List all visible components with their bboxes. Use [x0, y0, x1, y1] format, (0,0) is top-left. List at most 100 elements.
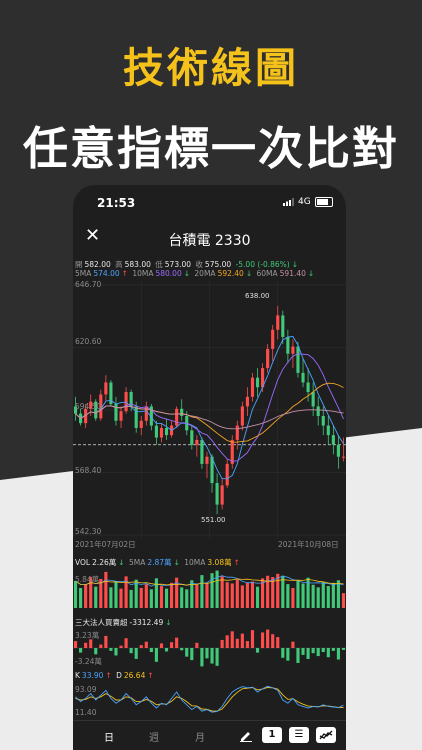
y-tick-price-3: 568.40	[75, 466, 102, 475]
institutional-bar	[271, 634, 275, 648]
high-label: 高	[115, 260, 123, 269]
institutional-bar	[266, 629, 270, 648]
institutional-bar	[73, 641, 78, 648]
y-tick-price-1: 620.60	[75, 337, 102, 346]
vol-ma10-value: 3.08萬	[207, 558, 232, 567]
volume-bar	[281, 575, 285, 608]
institutional-bar	[124, 638, 128, 648]
inst-label: 三大法人買賣超	[75, 618, 128, 627]
volume-bar	[159, 586, 164, 608]
min-price-label: 551.00	[201, 516, 226, 524]
volume-bar	[286, 584, 290, 608]
institutional-bar	[94, 648, 98, 655]
close-label: 收	[195, 260, 203, 269]
institutional-bar	[164, 648, 169, 652]
pencil-icon[interactable]	[239, 728, 253, 742]
candle-body	[316, 406, 320, 416]
volume-bar	[195, 584, 199, 608]
institutional-bar	[185, 648, 189, 657]
volume-bar	[139, 588, 143, 608]
institutional-bar	[291, 641, 295, 648]
kd-header: K 33.90 ↑ D 26.64 ↑	[75, 671, 156, 680]
start-date: 2021年07月02日	[75, 540, 136, 549]
candle-body	[291, 346, 295, 354]
ma-row: 5MA 574.00 ↑ 10MA 580.00 ↓ 20MA 592.40 ↓ 60MA 5…	[75, 269, 316, 278]
vol-ma10-label: 10MA	[184, 558, 206, 567]
volume-bar	[210, 573, 214, 608]
volume-bar	[220, 576, 224, 608]
ma5-label: 5MA	[75, 269, 92, 278]
kd-chart[interactable]	[73, 682, 346, 718]
volume-bar	[144, 584, 148, 608]
institutional-bar	[301, 648, 305, 655]
institutional-bar	[99, 644, 103, 648]
institutional-bar	[286, 648, 290, 661]
candle-body	[104, 382, 108, 395]
volume-bar	[205, 583, 209, 608]
candle-body	[255, 377, 260, 388]
tab-week[interactable]: 週	[149, 729, 159, 744]
k-arrow: ↑	[105, 671, 112, 680]
volume-bar	[129, 589, 133, 608]
ma10-arrow: ↓	[183, 269, 191, 278]
institutional-bar	[109, 648, 113, 651]
candle-body	[154, 425, 158, 438]
candle-body	[134, 406, 138, 428]
low-label: 低	[155, 260, 163, 269]
volume-bar	[291, 588, 295, 608]
institutional-bar	[175, 637, 179, 648]
institutional-bar	[240, 633, 244, 648]
phone-screen: 21:53 4G ✕ 台積電 2330 開 582.00 高 583.00 低 573…	[73, 185, 346, 750]
candle-body	[215, 483, 219, 505]
institutional-bar	[316, 648, 320, 657]
candle-body	[266, 348, 270, 369]
institutional-bar	[119, 645, 123, 648]
institutional-chart[interactable]	[73, 628, 346, 668]
volume-bar	[326, 586, 330, 608]
page-title: 台積電 2330	[168, 233, 251, 249]
volume-bar	[79, 588, 83, 608]
institutional-bar	[159, 643, 164, 648]
volume-bar	[114, 581, 118, 608]
ma5-arrow: ↑	[121, 269, 128, 278]
institutional-bar	[215, 648, 219, 666]
price-chart[interactable]	[73, 281, 346, 539]
volume-bar	[301, 583, 305, 608]
volume-bar	[225, 582, 229, 608]
candle-body	[114, 404, 118, 421]
institutional-bar	[276, 637, 280, 648]
vol-ma5-label: 5MA	[128, 558, 146, 567]
volume-bar	[84, 584, 88, 608]
signal-icon	[283, 198, 294, 206]
vol-arrow: ↓	[118, 558, 125, 567]
list-icon[interactable]: ☰	[289, 727, 309, 743]
candle-body	[276, 315, 280, 330]
inst-y-top: 3.23萬	[75, 631, 100, 640]
change-value: -5.00 (-0.86%)	[235, 260, 290, 269]
volume-chart[interactable]	[73, 568, 346, 608]
ma60-value: 591.40	[279, 269, 306, 278]
candle-body	[225, 463, 229, 486]
institutional-bar	[114, 648, 118, 656]
candle-body	[195, 439, 199, 445]
institutional-bar	[230, 631, 234, 648]
ma5-value: 574.00	[93, 269, 120, 278]
tab-month[interactable]: 月	[195, 729, 205, 744]
institutional-bar	[326, 648, 330, 658]
status-time: 21:53	[97, 196, 136, 210]
institutional-bar	[129, 648, 133, 654]
volume-bar	[119, 588, 123, 608]
compare-lines-icon[interactable]	[316, 727, 336, 743]
ma10-label: 10MA	[132, 269, 154, 278]
institutional-bar	[341, 648, 346, 650]
status-bar: 21:53 4G	[73, 185, 346, 221]
y-tick-price-4: 542.30	[75, 527, 102, 536]
ma10-value: 580.00	[155, 269, 182, 278]
candle-body	[124, 392, 128, 412]
count-button[interactable]: 1	[262, 727, 282, 743]
tab-day[interactable]: 日	[104, 729, 114, 744]
max-price-label: 638.00	[245, 292, 270, 300]
institutional-bar	[170, 642, 174, 648]
d-label: D	[116, 671, 122, 680]
volume-bar	[185, 589, 189, 608]
